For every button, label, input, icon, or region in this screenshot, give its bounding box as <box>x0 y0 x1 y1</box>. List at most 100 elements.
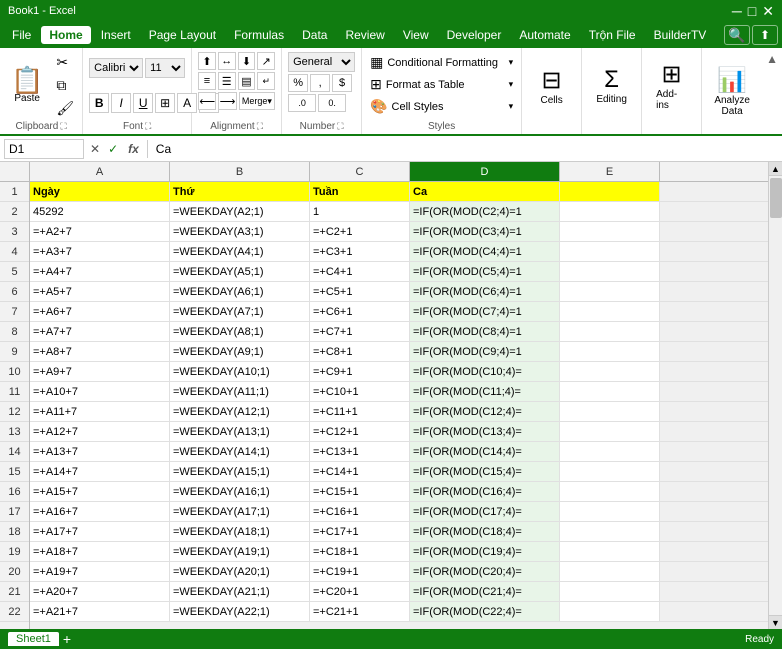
cell[interactable] <box>560 222 660 241</box>
maximize-btn[interactable]: □ <box>748 4 756 18</box>
cells-button[interactable]: ⊟ Cells <box>532 62 570 110</box>
cell[interactable]: Thứ <box>170 182 310 201</box>
font-family-select[interactable]: Calibri <box>89 58 143 78</box>
row-header[interactable]: 22 <box>0 602 29 622</box>
conditional-formatting-button[interactable]: ▦ Conditional Formatting ▾ <box>366 52 517 73</box>
bold-button[interactable]: B <box>89 93 109 113</box>
cell[interactable]: =WEEKDAY(A22;1) <box>170 602 310 621</box>
formula-fx-icon[interactable]: fx <box>124 142 143 156</box>
cell[interactable]: =+A3+7 <box>30 242 170 261</box>
cell[interactable]: =+C20+1 <box>310 582 410 601</box>
cell[interactable]: =IF(OR(MOD(C14;4)= <box>410 442 560 461</box>
cell[interactable]: =+A17+7 <box>30 522 170 541</box>
border-button[interactable]: ⊞ <box>155 93 175 113</box>
col-header-a[interactable]: A <box>30 162 170 181</box>
cell[interactable] <box>560 202 660 221</box>
row-header[interactable]: 11 <box>0 382 29 402</box>
row-header[interactable]: 1 <box>0 182 29 202</box>
cell[interactable]: =+A18+7 <box>30 542 170 561</box>
cell[interactable]: =WEEKDAY(A2;1) <box>170 202 310 221</box>
menu-item-view[interactable]: View <box>395 26 437 44</box>
menu-item-review[interactable]: Review <box>337 26 392 44</box>
row-header[interactable]: 4 <box>0 242 29 262</box>
cell[interactable]: =IF(OR(MOD(C15;4)= <box>410 462 560 481</box>
cell-styles-button[interactable]: 🎨 Cell Styles ▾ <box>366 96 517 117</box>
cell[interactable]: =WEEKDAY(A17;1) <box>170 502 310 521</box>
cell[interactable]: =+A16+7 <box>30 502 170 521</box>
menu-item-buildertv[interactable]: BuilderTV <box>646 26 715 44</box>
cell[interactable]: =IF(OR(MOD(C20;4)= <box>410 562 560 581</box>
cell[interactable] <box>560 302 660 321</box>
search-btn[interactable]: 🔍 <box>724 25 750 45</box>
menu-item-formulas[interactable]: Formulas <box>226 26 292 44</box>
italic-button[interactable]: I <box>111 93 131 113</box>
col-header-c[interactable]: C <box>310 162 410 181</box>
format-table-button[interactable]: ⊞ Format as Table ▾ <box>366 74 517 95</box>
cell[interactable]: =IF(OR(MOD(C2;4)=1 <box>410 202 560 221</box>
comma-button[interactable]: , <box>310 74 330 92</box>
cell[interactable]: Ca <box>410 182 560 201</box>
cell[interactable]: =WEEKDAY(A16;1) <box>170 482 310 501</box>
scroll-up-btn[interactable]: ▲ <box>769 162 782 176</box>
increase-indent-button[interactable]: ⟶ <box>218 92 236 110</box>
name-box-input[interactable] <box>9 142 79 156</box>
cell[interactable]: =IF(OR(MOD(C9;4)=1 <box>410 342 560 361</box>
cell[interactable] <box>560 322 660 341</box>
row-header[interactable]: 2 <box>0 202 29 222</box>
cell[interactable]: =IF(OR(MOD(C8;4)=1 <box>410 322 560 341</box>
font-size-select[interactable]: 11 <box>145 58 185 78</box>
cell[interactable] <box>560 462 660 481</box>
currency-button[interactable]: $ <box>332 74 352 92</box>
cell[interactable]: =WEEKDAY(A9;1) <box>170 342 310 361</box>
cell[interactable]: =+C13+1 <box>310 442 410 461</box>
align-center-button[interactable]: ☰ <box>218 72 236 90</box>
cell[interactable]: =+C19+1 <box>310 562 410 581</box>
cell[interactable] <box>560 482 660 501</box>
cell[interactable]: =IF(OR(MOD(C4;4)=1 <box>410 242 560 261</box>
menu-item-insert[interactable]: Insert <box>93 26 139 44</box>
cell[interactable]: =+A7+7 <box>30 322 170 341</box>
scroll-down-btn[interactable]: ▼ <box>769 615 782 629</box>
row-header[interactable]: 15 <box>0 462 29 482</box>
cell[interactable]: =+C2+1 <box>310 222 410 241</box>
cell[interactable]: =+C11+1 <box>310 402 410 421</box>
cell[interactable]: =+A6+7 <box>30 302 170 321</box>
cell[interactable]: =+C14+1 <box>310 462 410 481</box>
cell[interactable] <box>560 562 660 581</box>
cell[interactable]: =IF(OR(MOD(C7;4)=1 <box>410 302 560 321</box>
cell[interactable] <box>560 582 660 601</box>
menu-item-pagelayout[interactable]: Page Layout <box>141 26 224 44</box>
formula-confirm-icon[interactable]: ✓ <box>106 142 120 156</box>
cell[interactable]: =WEEKDAY(A12;1) <box>170 402 310 421</box>
cell[interactable]: =IF(OR(MOD(C17;4)= <box>410 502 560 521</box>
cell[interactable]: =+A20+7 <box>30 582 170 601</box>
cell[interactable]: =+A4+7 <box>30 262 170 281</box>
cell[interactable]: =IF(OR(MOD(C16;4)= <box>410 482 560 501</box>
cell[interactable]: =WEEKDAY(A14;1) <box>170 442 310 461</box>
row-header[interactable]: 6 <box>0 282 29 302</box>
share-btn[interactable]: ⬆ <box>752 25 778 45</box>
cell[interactable]: =WEEKDAY(A21;1) <box>170 582 310 601</box>
cell[interactable]: =+A9+7 <box>30 362 170 381</box>
cell[interactable]: =IF(OR(MOD(C6;4)=1 <box>410 282 560 301</box>
cell[interactable] <box>560 382 660 401</box>
cell[interactable]: =+A15+7 <box>30 482 170 501</box>
cell[interactable] <box>560 442 660 461</box>
cell[interactable]: =IF(OR(MOD(C12;4)= <box>410 402 560 421</box>
cell[interactable]: =IF(OR(MOD(C13;4)= <box>410 422 560 441</box>
align-top-button[interactable]: ⬆ <box>198 52 216 70</box>
add-sheet-btn[interactable]: + <box>63 631 71 647</box>
percent-button[interactable]: % <box>288 74 308 92</box>
cell[interactable]: =IF(OR(MOD(C18;4)= <box>410 522 560 541</box>
cell[interactable]: =IF(OR(MOD(C21;4)= <box>410 582 560 601</box>
cell[interactable]: =+C10+1 <box>310 382 410 401</box>
cell[interactable]: =WEEKDAY(A15;1) <box>170 462 310 481</box>
cell[interactable] <box>560 342 660 361</box>
cut-button[interactable]: ✂ <box>52 52 78 73</box>
editing-button[interactable]: Σ Editing <box>588 62 635 109</box>
cell[interactable]: =WEEKDAY(A13;1) <box>170 422 310 441</box>
decrease-indent-button[interactable]: ⟵ <box>198 92 216 110</box>
copy-button[interactable]: ⧉ <box>52 75 78 96</box>
row-header[interactable]: 21 <box>0 582 29 602</box>
row-header[interactable]: 14 <box>0 442 29 462</box>
